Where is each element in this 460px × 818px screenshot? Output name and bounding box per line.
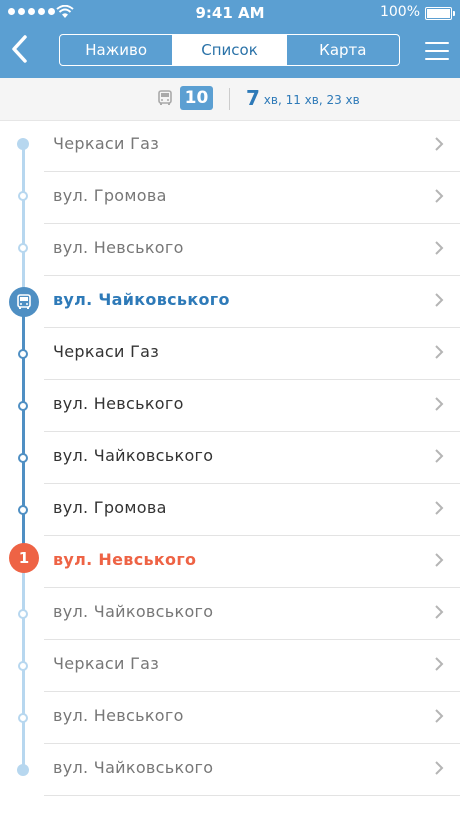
stop-name: вул. Громова (53, 186, 167, 205)
list-item[interactable]: Черкаси Газ (0, 120, 460, 172)
list-item[interactable]: вул. Чайковського (0, 744, 460, 796)
chevron-right-icon (435, 761, 444, 775)
status-bar: 9:41 AM 100% (0, 0, 460, 26)
stop-node (18, 609, 28, 619)
stop-name: вул. Невського (53, 706, 184, 725)
stop-name: Черкаси Газ (53, 134, 160, 153)
stop-node (18, 191, 28, 201)
current-stop-marker: 1 (9, 543, 39, 573)
list-item[interactable]: вул. Громова (0, 484, 460, 536)
tab-map[interactable]: Карта (285, 35, 399, 65)
chevron-right-icon (435, 189, 444, 203)
divider (229, 88, 230, 110)
hamburger-menu-icon[interactable] (425, 42, 449, 62)
chevron-right-icon (435, 241, 444, 255)
stop-name: вул. Невського (53, 238, 184, 257)
list-item[interactable]: вул. Чайковського (0, 432, 460, 484)
stop-name: вул. Невського (53, 550, 197, 569)
bus-icon (158, 90, 172, 105)
list-item[interactable]: Черкаси Газ (0, 640, 460, 692)
list-item[interactable]: вул. Невського (0, 380, 460, 432)
stop-node (17, 138, 29, 150)
chevron-right-icon (435, 709, 444, 723)
arrival-times: 7 хв, 11 хв, 23 хв (246, 86, 360, 112)
battery-percent: 100% (379, 4, 420, 20)
chevron-right-icon (435, 605, 444, 619)
stop-node (18, 453, 28, 463)
view-segmented-control: Наживо Список Карта (59, 34, 400, 66)
chevron-right-icon (435, 657, 444, 671)
chevron-right-icon (435, 449, 444, 463)
route-info-bar (0, 78, 460, 121)
stop-node (18, 713, 28, 723)
stop-name: вул. Чайковського (53, 602, 214, 621)
stop-name: Черкаси Газ (53, 654, 160, 673)
app-header: 9:41 AM 100% Наживо Список Карта (0, 0, 460, 78)
list-item[interactable]: 1 вул. Невського (0, 536, 460, 588)
stop-node (18, 505, 28, 515)
stop-node (18, 661, 28, 671)
stop-node (18, 243, 28, 253)
next-arrival-unit: хв (263, 93, 278, 107)
chevron-right-icon (435, 137, 444, 151)
battery-icon (425, 7, 455, 20)
chevron-right-icon (435, 553, 444, 567)
bus-position-marker (9, 287, 39, 317)
list-item[interactable]: вул. Чайковського (0, 276, 460, 328)
chevron-right-icon (435, 293, 444, 307)
back-arrow-icon[interactable] (8, 34, 32, 64)
list-item[interactable]: вул. Громова (0, 172, 460, 224)
chevron-right-icon (435, 397, 444, 411)
bus-icon (17, 294, 31, 309)
stop-node (18, 349, 28, 359)
list-item[interactable]: вул. Чайковського (0, 588, 460, 640)
chevron-right-icon (435, 501, 444, 515)
stop-node (17, 764, 29, 776)
list-item[interactable]: вул. Невського (0, 692, 460, 744)
stop-name: вул. Громова (53, 498, 167, 517)
list-item[interactable]: вул. Невського (0, 224, 460, 276)
stop-name: вул. Невського (53, 394, 184, 413)
stop-name: вул. Чайковського (53, 290, 230, 309)
next-arrival-minutes: 7 (246, 86, 260, 110)
stop-name: Черкаси Газ (53, 342, 160, 361)
list-item[interactable]: Черкаси Газ (0, 328, 460, 380)
stop-node (18, 401, 28, 411)
chevron-right-icon (435, 345, 444, 359)
tab-live[interactable]: Наживо (60, 35, 172, 65)
tab-list[interactable]: Список (172, 35, 286, 65)
stop-name: вул. Чайковського (53, 758, 214, 777)
route-number-badge: 10 (180, 86, 213, 110)
stop-name: вул. Чайковського (53, 446, 214, 465)
later-arrivals: , 11 хв, 23 хв (277, 93, 360, 107)
